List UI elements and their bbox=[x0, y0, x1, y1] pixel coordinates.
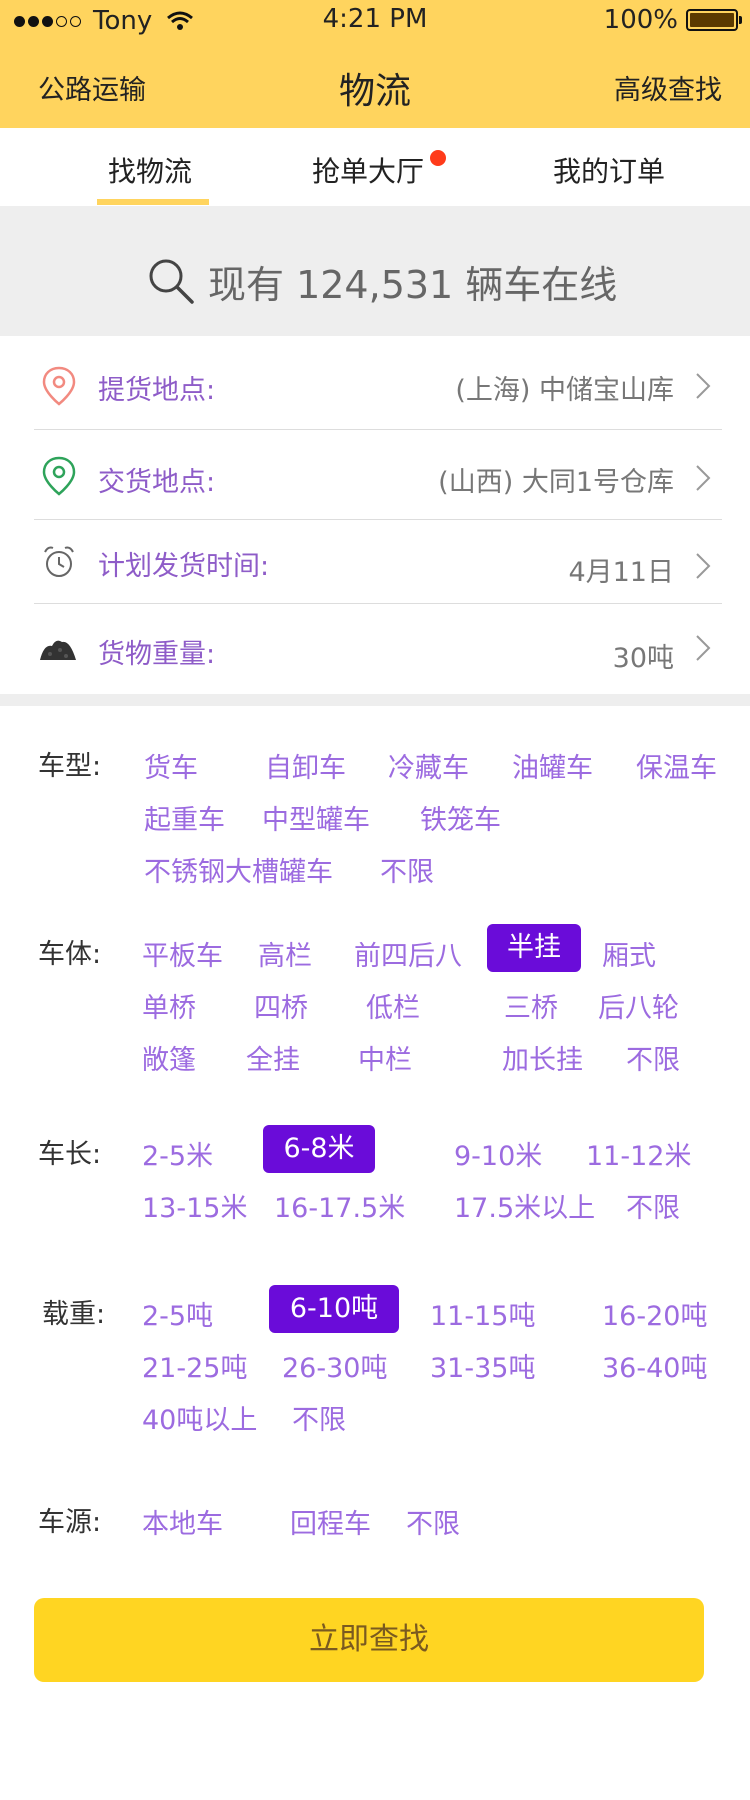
vehicle-length-option-selected[interactable]: 6-8米 bbox=[263, 1125, 375, 1173]
delivery-label: 交货地点: bbox=[98, 467, 216, 498]
chevron-right-icon bbox=[696, 465, 711, 491]
cargo-weight-label: 货物重量: bbox=[98, 639, 216, 670]
vehicle-type-option[interactable]: 冷藏车 bbox=[388, 746, 469, 785]
vehicle-body-option[interactable]: 前四后八 bbox=[354, 934, 462, 973]
notification-dot bbox=[430, 150, 446, 166]
vehicle-type-option[interactable]: 铁笼车 bbox=[420, 798, 501, 837]
vehicle-type-option[interactable]: 不限 bbox=[380, 850, 434, 889]
vehicle-body-option[interactable]: 敞篷 bbox=[142, 1038, 196, 1077]
vehicle-source-label: 车源: bbox=[38, 1507, 102, 1538]
vehicle-source-option[interactable]: 回程车 bbox=[290, 1502, 371, 1541]
vehicle-body-option-selected[interactable]: 半挂 bbox=[487, 924, 581, 972]
tab-find-logistics[interactable]: 找物流 bbox=[108, 150, 192, 190]
vehicle-type-option[interactable]: 货车 bbox=[144, 746, 198, 785]
delivery-location-row[interactable]: 交货地点: (山西) 大同1号仓库 bbox=[34, 430, 722, 520]
battery-percent: 100% bbox=[603, 5, 678, 35]
vehicle-body-option[interactable]: 后八轮 bbox=[598, 986, 679, 1025]
chevron-right-icon bbox=[696, 553, 711, 579]
vehicle-source-option[interactable]: 不限 bbox=[406, 1502, 460, 1541]
load-capacity-option[interactable]: 16-20吨 bbox=[602, 1294, 707, 1333]
location-pin-icon bbox=[42, 366, 76, 406]
vehicle-body-option[interactable]: 全挂 bbox=[246, 1038, 300, 1077]
nav-bar: 公路运输 物流 高级查找 bbox=[0, 40, 750, 128]
search-icon bbox=[149, 259, 194, 304]
vehicle-length-option[interactable]: 9-10米 bbox=[454, 1134, 542, 1173]
ship-time-label: 计划发货时间: bbox=[98, 551, 270, 582]
vehicle-body-option[interactable]: 中栏 bbox=[358, 1038, 412, 1077]
search-bar[interactable]: 现有 124,531 辆车在线 bbox=[0, 206, 750, 336]
vehicle-source-option[interactable]: 本地车 bbox=[142, 1502, 223, 1541]
vehicle-body-option[interactable]: 厢式 bbox=[602, 934, 656, 973]
load-capacity-option[interactable]: 11-15吨 bbox=[430, 1294, 535, 1333]
vehicle-type-option[interactable]: 起重车 bbox=[144, 798, 225, 837]
load-capacity-option[interactable]: 2-5吨 bbox=[142, 1294, 213, 1333]
vehicle-body-option[interactable]: 平板车 bbox=[142, 934, 223, 973]
vehicle-length-option[interactable]: 17.5米以上 bbox=[454, 1186, 595, 1225]
coal-pile-icon bbox=[40, 640, 76, 660]
header-bar: Tony 4:21 PM 100% 公路运输 物流 高级查找 bbox=[0, 0, 750, 128]
vehicle-body-option[interactable]: 高栏 bbox=[258, 934, 312, 973]
pickup-location-row[interactable]: 提货地点: (上海) 中储宝山库 bbox=[34, 336, 722, 430]
vehicle-length-option[interactable]: 2-5米 bbox=[142, 1134, 213, 1173]
vehicle-type-option[interactable]: 保温车 bbox=[636, 746, 717, 785]
load-capacity-option[interactable]: 不限 bbox=[292, 1398, 346, 1437]
vehicle-body-option[interactable]: 低栏 bbox=[366, 986, 420, 1025]
search-now-button[interactable]: 立即查找 bbox=[34, 1598, 704, 1682]
vehicle-body-option[interactable]: 单桥 bbox=[142, 986, 196, 1025]
vehicle-body-option[interactable]: 不限 bbox=[626, 1038, 680, 1077]
vehicle-length-option[interactable]: 11-12米 bbox=[586, 1134, 691, 1173]
chevron-right-icon bbox=[696, 635, 711, 661]
chevron-right-icon bbox=[696, 373, 711, 399]
pickup-value: (上海) 中储宝山库 bbox=[455, 375, 674, 406]
load-capacity-option-selected[interactable]: 6-10吨 bbox=[269, 1285, 399, 1333]
active-tab-indicator bbox=[97, 199, 209, 205]
vehicle-type-option[interactable]: 不锈钢大槽罐车 bbox=[144, 850, 333, 889]
section-divider bbox=[0, 694, 750, 706]
vehicle-body-option[interactable]: 三桥 bbox=[504, 986, 558, 1025]
status-bar: Tony 4:21 PM 100% bbox=[0, 0, 750, 40]
load-capacity-option[interactable]: 26-30吨 bbox=[282, 1346, 387, 1385]
vehicle-body-option[interactable]: 四桥 bbox=[254, 986, 308, 1025]
battery-icon bbox=[686, 9, 742, 31]
vehicle-length-option[interactable]: 16-17.5米 bbox=[274, 1186, 405, 1225]
status-right: 100% bbox=[603, 5, 742, 35]
tab-order-hall[interactable]: 抢单大厅 bbox=[312, 150, 424, 190]
tab-my-orders[interactable]: 我的订单 bbox=[553, 150, 665, 190]
cargo-weight-row[interactable]: 货物重量: 30吨 bbox=[34, 604, 722, 696]
cargo-weight-value: 30吨 bbox=[612, 643, 674, 674]
delivery-value: (山西) 大同1号仓库 bbox=[438, 467, 674, 498]
vehicle-length-option[interactable]: 不限 bbox=[626, 1186, 680, 1225]
vehicle-body-label: 车体: bbox=[38, 939, 102, 970]
load-capacity-label: 载重: bbox=[42, 1299, 106, 1330]
vehicle-type-option[interactable]: 中型罐车 bbox=[262, 798, 370, 837]
advanced-search-button[interactable]: 高级查找 bbox=[614, 68, 722, 107]
ship-time-row[interactable]: 计划发货时间: 4月11日 bbox=[34, 520, 722, 604]
online-vehicles-text: 现有 124,531 辆车在线 bbox=[208, 263, 618, 307]
ship-time-value: 4月11日 bbox=[568, 557, 674, 588]
load-capacity-option[interactable]: 40吨以上 bbox=[142, 1398, 257, 1437]
load-capacity-option[interactable]: 21-25吨 bbox=[142, 1346, 247, 1385]
tab-bar: 找物流 抢单大厅 我的订单 bbox=[0, 128, 750, 206]
pickup-label: 提货地点: bbox=[98, 375, 216, 406]
location-pin-icon bbox=[42, 456, 76, 496]
load-capacity-option[interactable]: 31-35吨 bbox=[430, 1346, 535, 1385]
vehicle-length-label: 车长: bbox=[38, 1139, 102, 1170]
vehicle-type-option[interactable]: 自卸车 bbox=[265, 746, 346, 785]
load-capacity-option[interactable]: 36-40吨 bbox=[602, 1346, 707, 1385]
vehicle-length-option[interactable]: 13-15米 bbox=[142, 1186, 247, 1225]
vehicle-type-option[interactable]: 油罐车 bbox=[512, 746, 593, 785]
vehicle-type-label: 车型: bbox=[38, 751, 102, 782]
alarm-clock-icon bbox=[44, 546, 74, 577]
vehicle-body-option[interactable]: 加长挂 bbox=[502, 1038, 583, 1077]
